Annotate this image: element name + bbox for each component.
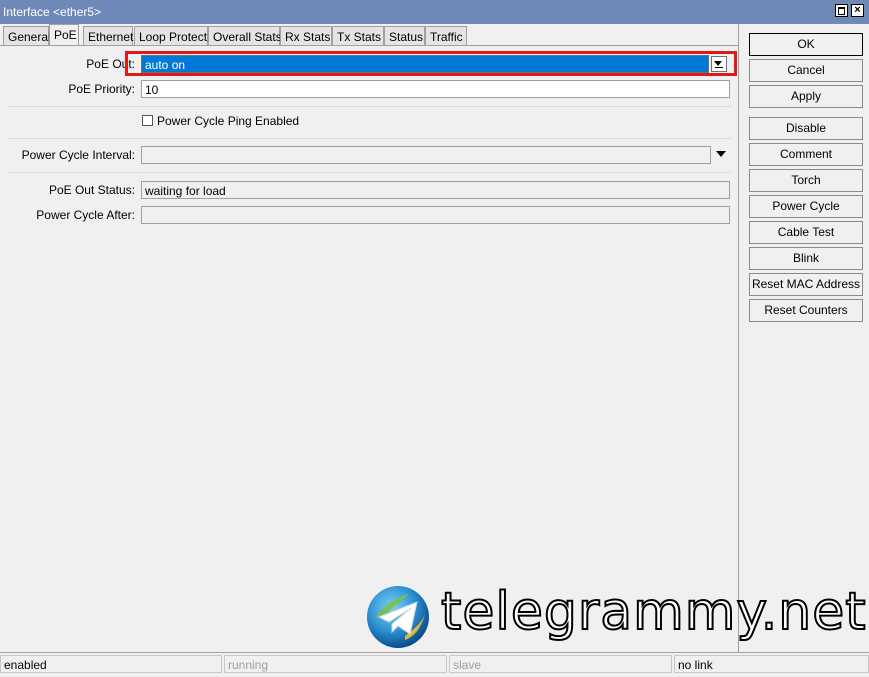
tab-status[interactable]: Status [384,26,425,45]
tab-loop-protect[interactable]: Loop Protect [134,26,208,45]
poe-out-status-label: PoE Out Status: [48,183,135,197]
tab-poe[interactable]: PoE [49,24,79,46]
separator [7,106,731,107]
tab-rx-stats[interactable]: Rx Stats [280,26,332,45]
title-bar: Interface <ether5> × [0,0,869,24]
cable-test-button[interactable]: Cable Test [749,221,863,244]
watermark-text: telegrammy.net [440,581,867,643]
tab-general[interactable]: General [3,26,51,45]
highlight-box [125,51,737,76]
reset-mac-address-button[interactable]: Reset MAC Address [749,273,863,296]
power-cycle-ping-label: Power Cycle Ping Enabled [157,114,300,128]
status-running: running [224,655,447,673]
power-cycle-button[interactable]: Power Cycle [749,195,863,218]
tab-tx-stats[interactable]: Tx Stats [332,26,384,45]
comment-button[interactable]: Comment [749,143,863,166]
power-cycle-after-label: Power Cycle After: [36,208,135,222]
status-enabled: enabled [0,655,222,673]
tab-ethernet[interactable]: Ethernet [83,26,133,45]
poe-priority-field[interactable]: 10 [141,80,730,98]
panel-divider [738,24,739,652]
telegram-logo-icon [367,586,429,648]
torch-button[interactable]: Torch [749,169,863,192]
tab-overall-stats[interactable]: Overall Stats [208,26,282,45]
chevron-down-icon[interactable] [716,151,726,157]
window-title: Interface <ether5> [3,5,102,19]
apply-button[interactable]: Apply [749,85,863,108]
power-cycle-interval-label: Power Cycle Interval: [21,148,135,162]
close-icon[interactable]: × [851,4,864,17]
separator [7,138,731,139]
status-bar: enabled running slave no link [0,652,869,677]
panel-border [0,45,738,46]
status-slave: slave [449,655,672,673]
cancel-button[interactable]: Cancel [749,59,863,82]
poe-priority-label: PoE Priority: [68,82,135,96]
poe-out-status-field: waiting for load [141,181,730,199]
watermark: telegrammy.net [365,581,867,650]
tab-traffic[interactable]: Traffic [425,26,467,45]
status-link: no link [674,655,869,673]
disable-button[interactable]: Disable [749,117,863,140]
power-cycle-ping-checkbox[interactable] [142,115,153,126]
power-cycle-interval-field[interactable] [141,146,711,164]
maximize-icon[interactable] [835,4,848,17]
ok-button[interactable]: OK [749,33,863,56]
separator [7,172,731,173]
reset-counters-button[interactable]: Reset Counters [749,299,863,322]
power-cycle-after-field [141,206,730,224]
blink-button[interactable]: Blink [749,247,863,270]
